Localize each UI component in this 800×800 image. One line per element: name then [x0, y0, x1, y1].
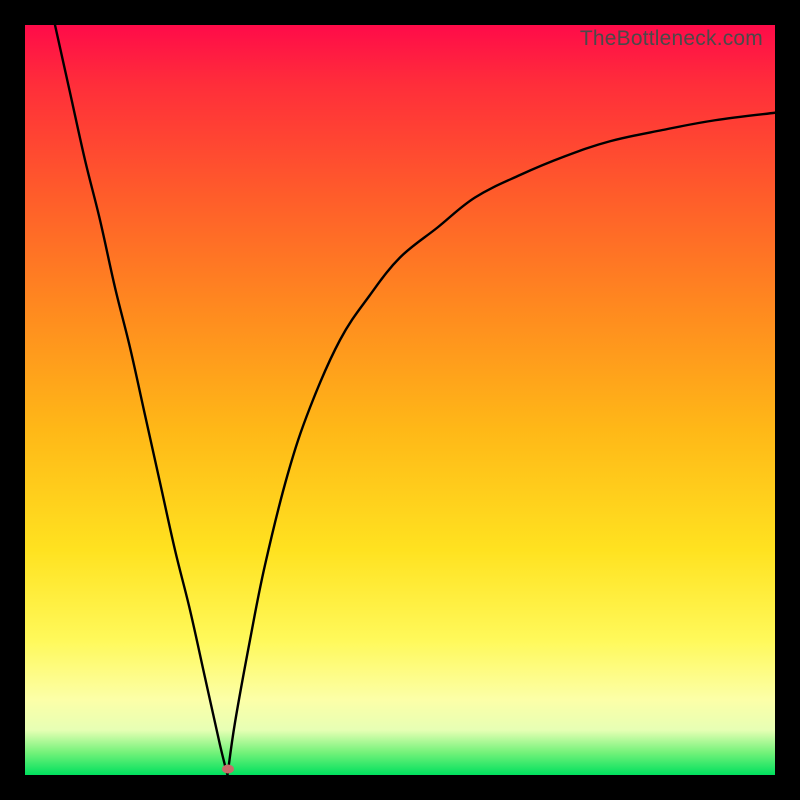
curve-path [55, 25, 775, 775]
plot-area: TheBottleneck.com [25, 25, 775, 775]
minimum-marker [222, 765, 234, 774]
watermark-text: TheBottleneck.com [580, 27, 763, 51]
chart-frame: TheBottleneck.com [0, 0, 800, 800]
bottleneck-curve [25, 25, 775, 775]
